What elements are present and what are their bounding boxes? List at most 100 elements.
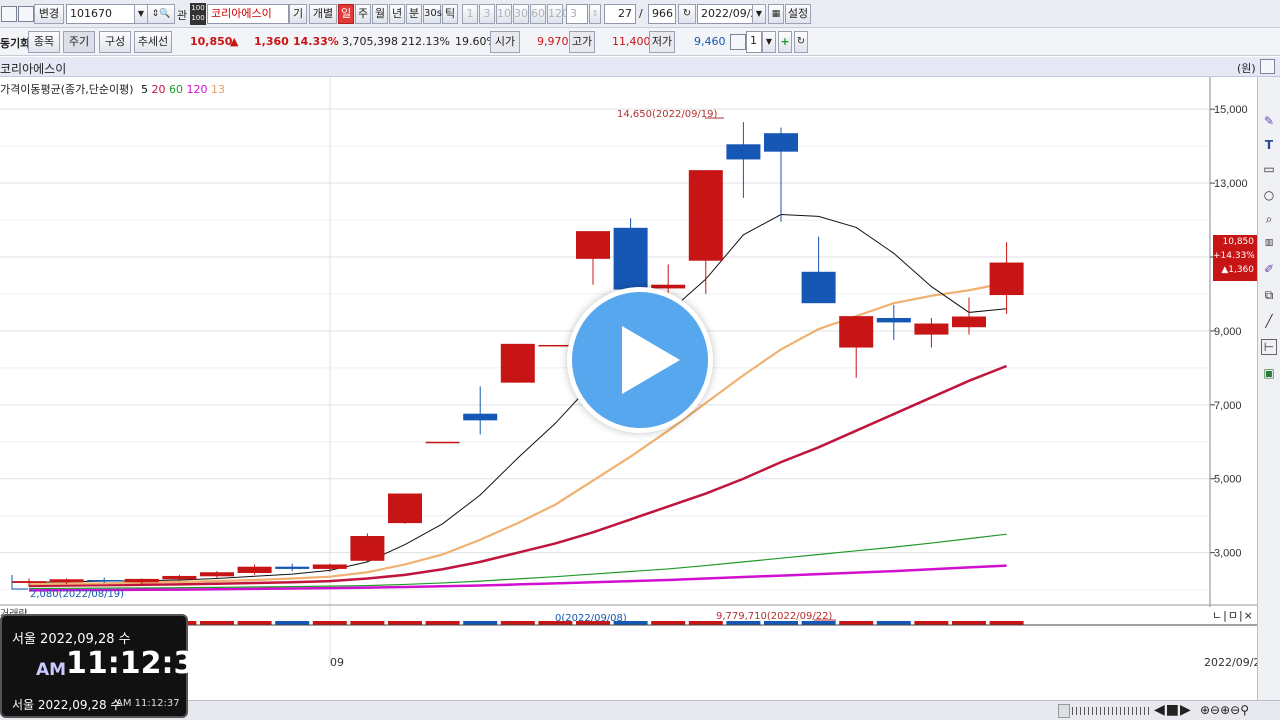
period-30s[interactable]: 30s	[423, 4, 442, 24]
toolbar-top: 변경 101670 ▼ ⇕🔍 관 100 100 코리아에스이 기 개별 일 주…	[0, 0, 1280, 28]
drawing-toolbar: ✎ T ▭ ○ ⌕ ▥ ✐ ⧉ ╱ ⊢ ▣	[1257, 77, 1280, 700]
period-button[interactable]: 주기	[63, 31, 95, 53]
min-120[interactable]: 120	[547, 4, 569, 24]
copy-icon[interactable]: ⧉	[1261, 287, 1277, 303]
overlay-dropdown-icon[interactable]: ▼	[762, 31, 776, 53]
min-10[interactable]: 10	[496, 4, 512, 24]
volume-bar	[876, 621, 911, 625]
page-total: 966	[648, 4, 676, 24]
candle-body	[124, 578, 159, 583]
overlay-checkbox[interactable]	[730, 34, 746, 50]
clock-date: 서울 2022,09,28 수	[12, 632, 131, 647]
settings-button[interactable]: 설정	[785, 4, 811, 24]
volume-bar	[425, 621, 460, 625]
calendar-icon[interactable]: ▦	[768, 4, 784, 24]
up-arrow-icon: ▲	[230, 35, 239, 48]
change-button[interactable]: 변경	[34, 4, 64, 24]
clock-time-small-value: 11:12:37	[134, 698, 180, 709]
volume-bar	[839, 621, 874, 625]
last-price-tag: 10,850 +14.33% ▲1,360	[1213, 235, 1257, 281]
sync-label[interactable]: 동기화	[0, 35, 30, 51]
count-spinner-icon[interactable]: ⇕	[589, 4, 601, 24]
period-day[interactable]: 일	[338, 4, 354, 24]
video-play-button[interactable]	[567, 287, 713, 433]
stock-button[interactable]: 종목	[28, 31, 60, 53]
save-icon[interactable]	[18, 6, 34, 22]
y-tick-label: 9,000	[1214, 326, 1242, 338]
compose-button[interactable]: 구성	[99, 31, 131, 53]
reload-icon[interactable]: ↻	[794, 31, 808, 53]
scroll-left-icon[interactable]	[1058, 704, 1070, 718]
clock-ampm: AM	[36, 660, 67, 680]
rectangle-icon[interactable]: ▭	[1261, 161, 1277, 177]
volume-bar	[463, 621, 498, 625]
individual-button[interactable]: 개별	[309, 4, 337, 24]
stock-name-field[interactable]: 코리아에스이	[207, 4, 289, 24]
volume-bar	[350, 621, 385, 625]
navigation-controls[interactable]: ◀■▶	[1154, 702, 1192, 718]
candle-body	[237, 566, 272, 573]
candle-body	[463, 413, 498, 421]
search-icon[interactable]: ⇕🔍	[147, 4, 175, 24]
candle-body	[200, 572, 234, 577]
code-dropdown-icon[interactable]: ▼	[134, 4, 148, 24]
price-change: 1,360	[254, 35, 289, 48]
candle-body	[49, 579, 84, 583]
candle-body	[162, 575, 197, 580]
code-value: 101670	[70, 7, 112, 20]
add-icon[interactable]: +	[778, 31, 792, 53]
candle-body	[576, 231, 610, 259]
x-tick-label: 2022/09/28	[1204, 656, 1258, 669]
candle-body	[388, 493, 422, 524]
hundred-badge[interactable]: 100 100	[190, 3, 206, 25]
volume-low-annotation: 0(2022/09/08)	[555, 613, 627, 624]
scroll-track[interactable]	[1072, 707, 1152, 715]
window-menu-icon[interactable]	[1, 6, 17, 22]
open-value: 9,970	[537, 35, 569, 48]
text-tool-icon[interactable]: T	[1261, 137, 1277, 153]
min-60[interactable]: 60	[530, 4, 546, 24]
period-week[interactable]: 주	[355, 4, 371, 24]
ma-legend-20: 20	[151, 83, 166, 96]
image-icon[interactable]: ▣	[1261, 365, 1277, 381]
page-current-input[interactable]: 27	[604, 4, 636, 24]
zoom-controls[interactable]: ⊕⊖⊕⊖⚲	[1200, 703, 1249, 717]
count-input[interactable]: 3	[566, 4, 588, 24]
trendline-button[interactable]: 추세선	[134, 31, 172, 53]
circle-icon[interactable]: ○	[1261, 187, 1277, 203]
line-icon[interactable]: ╱	[1261, 313, 1277, 329]
page-separator: /	[639, 7, 643, 20]
date-dropdown-icon[interactable]: ▼	[752, 4, 766, 24]
gwan-label[interactable]: 관	[177, 7, 187, 23]
refresh-icon[interactable]: ↻	[678, 4, 696, 24]
high-annotation: 14,650(2022/09/19)	[617, 109, 718, 120]
date-input[interactable]: 2022/09/28	[697, 4, 759, 24]
volume-bar	[989, 621, 1024, 625]
ma-legend-label: 가격이동평균(종가,단순이평)	[0, 83, 134, 96]
ma-legend-13: 13	[211, 83, 226, 96]
min-3[interactable]: 3	[479, 4, 495, 24]
low-value: 9,460	[694, 35, 726, 48]
open-label: 시가	[490, 31, 520, 53]
panel-menu-icon[interactable]	[1260, 59, 1275, 74]
play-icon	[622, 326, 680, 394]
volume-pane-controls[interactable]: ㄴ|ㅁ|×	[1212, 607, 1254, 623]
min-30[interactable]: 30	[513, 4, 529, 24]
period-year[interactable]: 년	[389, 4, 405, 24]
brush-icon[interactable]: ✐	[1261, 261, 1277, 277]
overlay-count[interactable]: 1	[746, 31, 762, 53]
ma-legend-60: 60	[169, 83, 184, 96]
period-month[interactable]: 월	[372, 4, 388, 24]
period-minute[interactable]: 분	[406, 4, 422, 24]
gi-button[interactable]: 기	[289, 4, 307, 24]
min-1[interactable]: 1	[462, 4, 478, 24]
period-tick[interactable]: 틱	[442, 4, 458, 24]
current-price: 10,850	[190, 35, 233, 48]
crosshair-icon[interactable]: ⊢	[1261, 339, 1277, 355]
grid-tool-icon[interactable]: ▥	[1261, 235, 1277, 251]
pen-icon[interactable]: ✎	[1261, 113, 1277, 129]
search-tool-icon[interactable]: ⌕	[1261, 211, 1277, 227]
volume-bar	[312, 621, 347, 625]
ma-legend: 가격이동평균(종가,단순이평) 5 20 60 120 13	[0, 81, 225, 97]
chart-title-bar: 코리아에스이 (원)	[0, 57, 1280, 77]
